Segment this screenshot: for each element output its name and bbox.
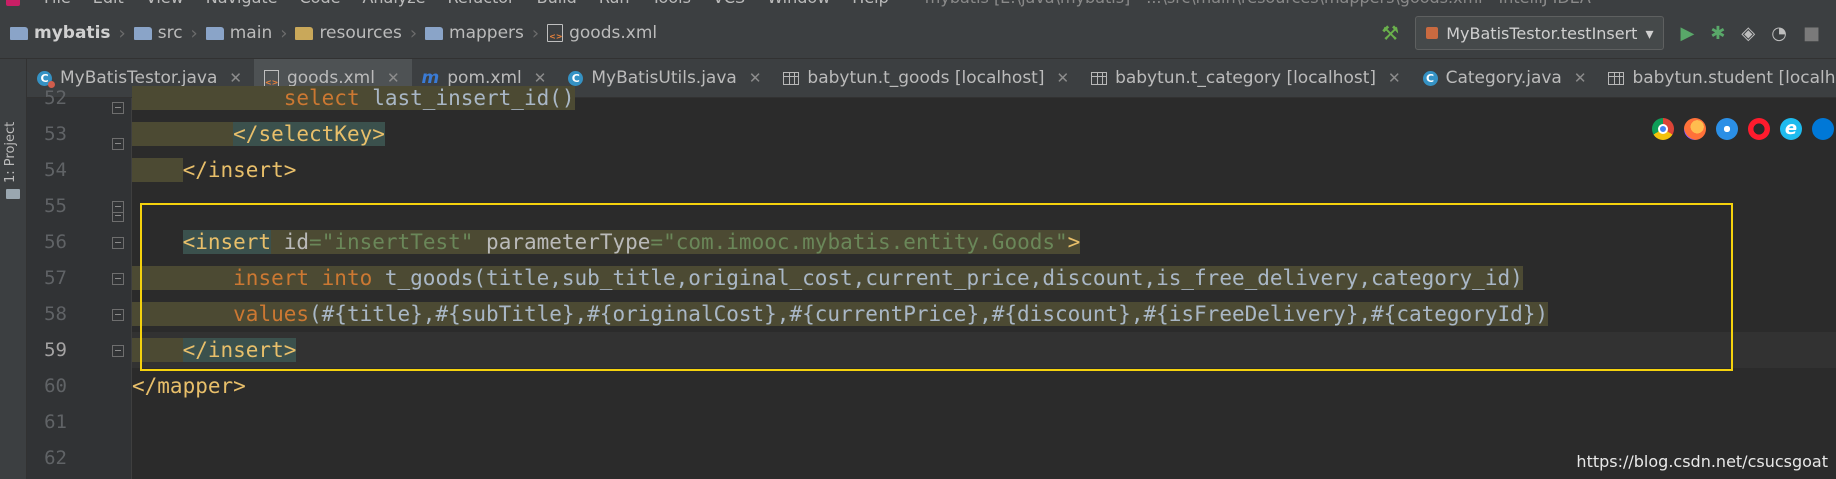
- coverage-shield-icon[interactable]: ◈: [1741, 23, 1755, 44]
- breadcrumb-project[interactable]: mybatis: [10, 23, 111, 43]
- code-line-53: </selectKey>: [132, 116, 1836, 152]
- fold-marker-icon[interactable]: [112, 309, 124, 321]
- line-number: 59: [44, 339, 67, 361]
- line-number: 62: [44, 447, 67, 469]
- watermark: https://blog.csdn.net/csucsgoat: [1576, 452, 1828, 471]
- run-icon[interactable]: ▶: [1680, 23, 1694, 44]
- folder-icon: [205, 26, 224, 40]
- menu-item-code[interactable]: Code: [300, 0, 341, 7]
- profiler-clock-icon[interactable]: ◔: [1771, 23, 1787, 44]
- safari-icon[interactable]: [1716, 118, 1738, 140]
- breadcrumb-separator-icon: ›: [409, 22, 418, 44]
- highlight-box: [140, 203, 1733, 371]
- menu-bar: File Edit View Navigate Code Analyze Refactor B…: [0, 0, 1836, 8]
- edge-icon[interactable]: [1812, 118, 1834, 140]
- fold-marker-icon[interactable]: [112, 102, 124, 114]
- window-title: mybatis [E:\java\mybatis] - ...\src\main…: [925, 0, 1591, 7]
- breadcrumb-file[interactable]: goods.xml: [547, 23, 657, 43]
- menu-item-refactor[interactable]: Refactor: [448, 0, 515, 7]
- fold-marker-icon[interactable]: [112, 237, 124, 249]
- code-line-54: </insert>: [132, 152, 1836, 188]
- breadcrumb-mappers[interactable]: mappers: [425, 23, 524, 43]
- menu-item-vcs[interactable]: VCS: [713, 0, 745, 7]
- line-number: 55: [44, 195, 67, 217]
- breadcrumb-src[interactable]: src: [133, 23, 183, 43]
- menu-items: File Edit View Navigate Code Analyze Refactor B…: [44, 0, 1591, 7]
- breadcrumb-separator-icon: ›: [280, 22, 288, 44]
- line-number: 61: [44, 411, 67, 433]
- code-line-52: select last_insert_id(): [132, 80, 1836, 116]
- chevron-down-icon: ▾: [1645, 23, 1654, 43]
- opera-icon[interactable]: [1748, 118, 1770, 140]
- resources-folder-icon: [295, 26, 314, 40]
- line-number: 56: [44, 231, 67, 253]
- breadcrumb-separator-icon: ›: [118, 22, 126, 44]
- breadcrumb-resources[interactable]: resources: [295, 23, 402, 43]
- line-number: 60: [44, 375, 67, 397]
- fold-marker-icon[interactable]: [112, 345, 124, 357]
- line-number: 54: [44, 159, 67, 181]
- menu-item-file[interactable]: File: [44, 0, 71, 7]
- code-line-60: </mapper>: [132, 374, 246, 398]
- menu-item-window[interactable]: Window: [767, 0, 830, 7]
- menu-item-view[interactable]: View: [146, 0, 184, 7]
- fold-marker-icon[interactable]: [112, 273, 124, 285]
- folder-icon: [133, 26, 152, 40]
- fold-marker-icon[interactable]: [112, 201, 124, 213]
- navigation-bar: mybatis › src › main › resources › mappe…: [0, 8, 1836, 59]
- menu-item-run[interactable]: Run: [599, 0, 630, 7]
- intellij-app-icon: [6, 0, 20, 6]
- internet-explorer-icon[interactable]: e: [1780, 118, 1802, 140]
- project-folder-icon: [6, 189, 20, 199]
- chrome-icon[interactable]: [1652, 118, 1674, 140]
- menu-item-analyze[interactable]: Analyze: [362, 0, 425, 7]
- run-toolbar: ⚒ MyBatisTestor.testInsert ▾ ▶ ✱ ◈ ◔ ■: [1381, 8, 1836, 58]
- breadcrumb: mybatis › src › main › resources › mappe…: [0, 23, 657, 44]
- menu-item-help[interactable]: Help: [852, 0, 888, 7]
- xml-file-icon: [547, 24, 564, 42]
- debug-bug-icon[interactable]: ✱: [1710, 23, 1725, 44]
- menu-item-tools[interactable]: Tools: [652, 0, 691, 7]
- line-number: 57: [44, 267, 67, 289]
- fold-marker-icon[interactable]: [112, 138, 124, 150]
- project-folder-icon: [10, 26, 28, 40]
- breadcrumb-main[interactable]: main: [205, 23, 272, 43]
- menu-item-edit[interactable]: Edit: [93, 0, 124, 7]
- breadcrumb-separator-icon: ›: [190, 22, 198, 44]
- breadcrumb-separator-icon: ›: [531, 22, 540, 44]
- editor-gutter: 52 53 54 55 56 57 58 59 60 61 62: [27, 87, 132, 479]
- line-number: 58: [44, 303, 67, 325]
- stop-icon[interactable]: ■: [1803, 23, 1820, 44]
- line-number: 53: [44, 123, 67, 145]
- run-configuration-select[interactable]: MyBatisTestor.testInsert ▾: [1415, 16, 1665, 50]
- left-tool-strip: 1: Project: [0, 59, 27, 479]
- firefox-icon[interactable]: [1684, 118, 1706, 140]
- build-hammer-icon[interactable]: ⚒: [1381, 21, 1399, 45]
- project-tool-window-button[interactable]: 1: Project: [3, 122, 18, 183]
- folder-icon: [425, 26, 444, 40]
- junit-config-icon: [1426, 27, 1439, 39]
- menu-item-build[interactable]: Build: [537, 0, 577, 7]
- line-number: 52: [44, 87, 67, 109]
- menu-item-navigate[interactable]: Navigate: [206, 0, 278, 7]
- browser-preview-icons: e: [1652, 118, 1834, 140]
